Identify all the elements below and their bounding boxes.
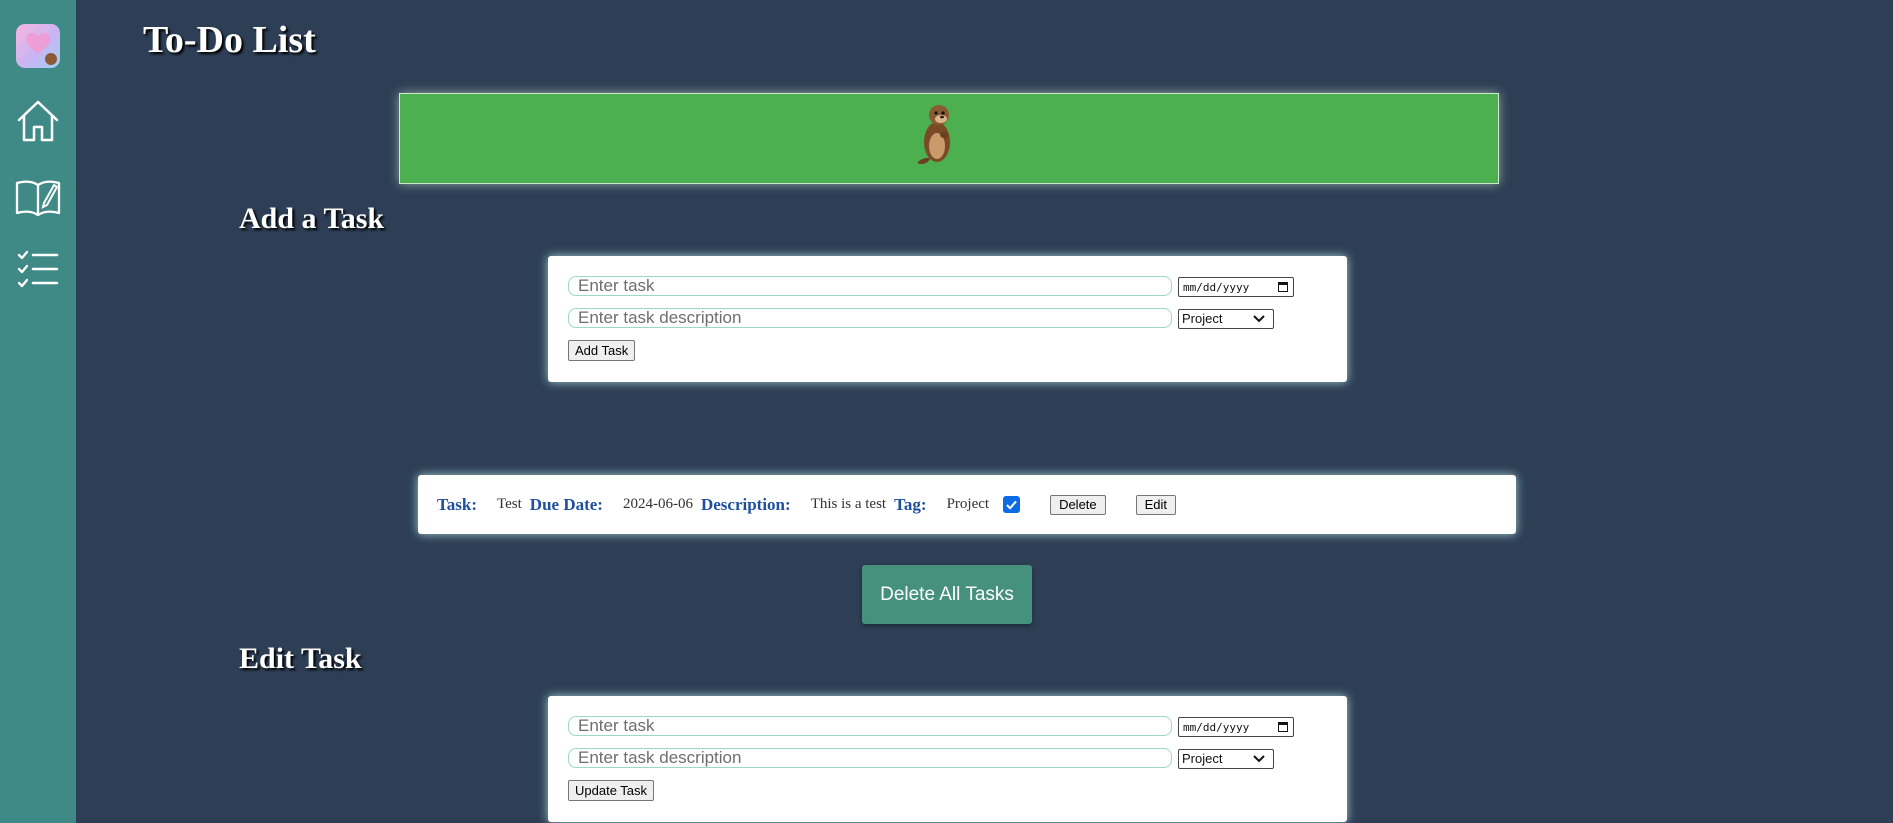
sidebar bbox=[0, 0, 76, 823]
tag-value: Project bbox=[946, 496, 990, 512]
update-task-button[interactable]: Update Task bbox=[568, 780, 655, 801]
task-item: Task: Test Due Date: 2024-06-06 Descript… bbox=[418, 475, 1516, 534]
edit-tag-select[interactable]: Project bbox=[1178, 749, 1274, 769]
completed-checkbox[interactable] bbox=[1003, 496, 1021, 513]
due-date-label: Due Date: bbox=[529, 494, 603, 514]
task-row: Task: Test Due Date: 2024-06-06 Descript… bbox=[437, 475, 1177, 534]
description-value: This is a test bbox=[810, 496, 887, 512]
edit-task-button[interactable]: Edit bbox=[1135, 494, 1177, 515]
due-date-input[interactable]: mm/dd/yyyy bbox=[1178, 277, 1294, 297]
chevron-down-icon bbox=[1253, 315, 1265, 323]
calendar-icon[interactable] bbox=[1278, 722, 1288, 732]
date-placeholder: mm/dd/yyyy bbox=[1183, 280, 1250, 294]
add-task-button[interactable]: Add Task bbox=[568, 340, 636, 361]
tag-label: Tag: bbox=[894, 494, 927, 514]
edit-task-input[interactable] bbox=[568, 716, 1172, 736]
add-task-form: mm/dd/yyyy Project Add Task bbox=[548, 256, 1347, 382]
checkmark-icon bbox=[1006, 500, 1017, 510]
chevron-down-icon bbox=[1253, 755, 1265, 763]
heart-icon bbox=[26, 33, 50, 54]
calendar-icon[interactable] bbox=[1278, 282, 1288, 292]
edit-due-date-input[interactable]: mm/dd/yyyy bbox=[1178, 717, 1294, 737]
otter-icon bbox=[45, 53, 57, 65]
tag-select-value: Project bbox=[1182, 751, 1223, 766]
description-label: Description: bbox=[700, 494, 791, 514]
task-description-input[interactable] bbox=[568, 308, 1172, 328]
delete-all-tasks-button[interactable]: Delete All Tasks bbox=[862, 565, 1032, 624]
tag-select[interactable]: Project bbox=[1178, 309, 1274, 329]
otter-icon bbox=[917, 105, 950, 164]
task-value: Test bbox=[497, 496, 522, 512]
page-title: To-Do List bbox=[143, 19, 316, 61]
edit-task-form: mm/dd/yyyy Project Update Task bbox=[548, 696, 1347, 822]
date-placeholder: mm/dd/yyyy bbox=[1183, 720, 1250, 734]
task-input[interactable] bbox=[568, 276, 1172, 296]
due-date-value: 2024-06-06 bbox=[622, 496, 693, 512]
banner bbox=[399, 93, 1499, 184]
edit-task-description-input[interactable] bbox=[568, 748, 1172, 768]
home-icon[interactable] bbox=[14, 97, 62, 145]
add-task-heading: Add a Task bbox=[239, 202, 385, 235]
delete-task-button[interactable]: Delete bbox=[1050, 494, 1106, 515]
tag-select-value: Project bbox=[1182, 311, 1223, 326]
book-icon[interactable] bbox=[14, 173, 62, 221]
checklist-icon[interactable] bbox=[14, 246, 62, 294]
edit-task-heading: Edit Task bbox=[239, 642, 362, 675]
app-logo[interactable] bbox=[16, 24, 60, 68]
task-label: Task: bbox=[437, 494, 478, 514]
